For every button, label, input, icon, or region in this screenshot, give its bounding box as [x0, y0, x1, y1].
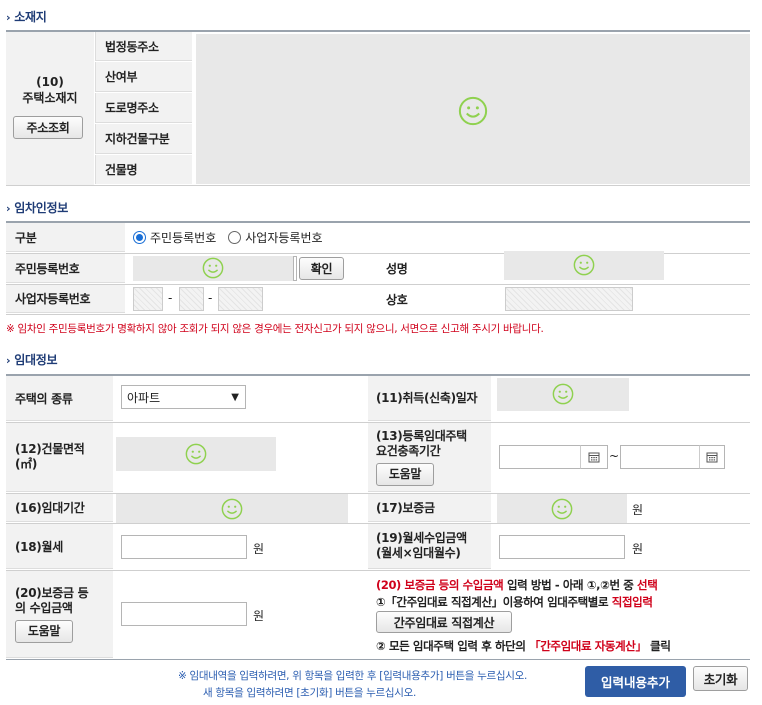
road-address-label: 도로명주소	[95, 93, 192, 123]
monthly-income-label: (19)월세수입금액 (월세×임대월수)	[368, 524, 491, 569]
basement-type-label: 지하건물구분	[95, 124, 192, 154]
tenant-warning: ※ 임차인 주민등록번호가 명확하지 않아 조회가 되지 않은 경우에는 전자신…	[6, 323, 544, 335]
address-label-cell	[6, 32, 94, 185]
deposit-income-label: (20)보증금 등 의 수입금액 도움말	[6, 571, 113, 658]
divider	[6, 659, 750, 660]
chevron-down-icon: ▼	[231, 391, 239, 403]
business-number-part3[interactable]	[218, 287, 263, 311]
deposit-income-input[interactable]	[121, 602, 247, 626]
acquisition-date-label: (11)취득(신축)일자	[368, 376, 491, 421]
monthly-rent-input[interactable]	[121, 535, 247, 559]
smiley-icon	[573, 254, 595, 276]
resident-number-input-edge	[293, 256, 297, 281]
smiley-icon	[458, 96, 488, 126]
tilde: ~	[609, 449, 620, 463]
footer-note-1: ※ 임대내역을 입력하려면, 위 항목을 입력한 후 [입력내용추가] 버튼을 …	[178, 670, 528, 682]
deposit-label: (17)보증금	[368, 494, 491, 522]
radio-resident[interactable]	[133, 231, 146, 244]
divider	[6, 185, 750, 186]
radio-business-label: 사업자등록번호	[245, 231, 323, 245]
smiley-icon	[185, 443, 207, 465]
won-unit: 원	[253, 609, 265, 623]
confirm-button[interactable]: 확인	[299, 257, 344, 280]
help-button[interactable]: 도움말	[376, 462, 434, 486]
building-area-label: (12)건물면적 (㎡)	[6, 423, 113, 492]
house-type-value: 아파트	[127, 390, 161, 405]
monthly-rent-label: (18)월세	[6, 524, 113, 569]
business-number-part2[interactable]	[179, 287, 204, 311]
reset-button[interactable]: 초기화	[693, 666, 748, 691]
mountain-flag-label: 산여부	[95, 62, 192, 92]
help-button[interactable]: 도움말	[15, 619, 73, 643]
calendar-button[interactable]	[699, 445, 725, 469]
calendar-icon	[706, 451, 718, 463]
calendar-button[interactable]	[580, 445, 608, 469]
tenant-type-radios: 주민등록번호 사업자등록번호	[133, 229, 323, 246]
footer-note-2: 새 항목을 입력하려면 [초기화] 버튼을 누르십시오.	[203, 687, 417, 699]
deposit-income-method-line2: ①「간주임대료 직접계산」이용하여 임대주택별로 직접입력	[376, 595, 653, 609]
add-entry-button[interactable]: 입력내용추가	[585, 666, 686, 697]
divider	[6, 570, 750, 571]
section-title-tenant: › 임차인정보	[6, 201, 68, 215]
section-title-lease: › 임대정보	[6, 353, 58, 367]
house-type-label: 주택의 종류	[6, 376, 113, 421]
won-unit: 원	[632, 542, 644, 556]
chevron-right-icon: ›	[6, 202, 11, 215]
address-lookup-button[interactable]: 주소조회	[13, 116, 83, 139]
won-unit: 원	[632, 503, 644, 517]
section-title-location: › 소재지	[6, 10, 47, 24]
deposit-income-method-line3: ② 모든 임대주택 입력 후 하단의 「간주임대료 자동계산」 클릭	[376, 639, 671, 653]
resident-number-label: 주민등록번호	[6, 254, 125, 283]
name-label: 성명	[372, 254, 497, 283]
house-type-select[interactable]: 아파트 ▼	[121, 385, 246, 409]
building-name-label: 건물명	[95, 155, 192, 184]
legal-dong-address-label: 법정동주소	[95, 32, 192, 61]
company-name-field[interactable]	[505, 287, 633, 311]
monthly-income-input[interactable]	[499, 535, 625, 559]
chevron-right-icon: ›	[6, 354, 11, 367]
dash: -	[168, 291, 173, 305]
company-name-label: 상호	[372, 285, 497, 313]
smiley-icon	[202, 257, 224, 279]
direct-calc-button[interactable]: 간주임대료 직접계산	[376, 611, 512, 633]
business-number-label: 사업자등록번호	[6, 285, 125, 313]
lease-period-label: (16)임대기간	[6, 494, 113, 522]
won-unit: 원	[253, 542, 265, 556]
business-number-part1[interactable]	[133, 287, 163, 311]
house-location-label: (10) 주택소재지	[22, 75, 78, 105]
chevron-right-icon: ›	[6, 11, 11, 24]
divider	[6, 314, 750, 315]
deposit-income-method-line1: (20) 보증금 등의 수입금액 입력 방법 - 아래 ①,②번 중 선택	[376, 578, 658, 592]
dash: -	[208, 291, 213, 305]
smiley-icon	[551, 498, 573, 520]
smiley-icon	[552, 383, 574, 405]
tenant-type-label: 구분	[6, 223, 125, 252]
radio-resident-label: 주민등록번호	[150, 231, 217, 245]
radio-business[interactable]	[228, 231, 242, 244]
smiley-icon	[221, 498, 243, 520]
required-period-label: (13)등록임대주택 요건충족기간 도움말	[368, 423, 491, 492]
calendar-icon	[588, 451, 600, 463]
